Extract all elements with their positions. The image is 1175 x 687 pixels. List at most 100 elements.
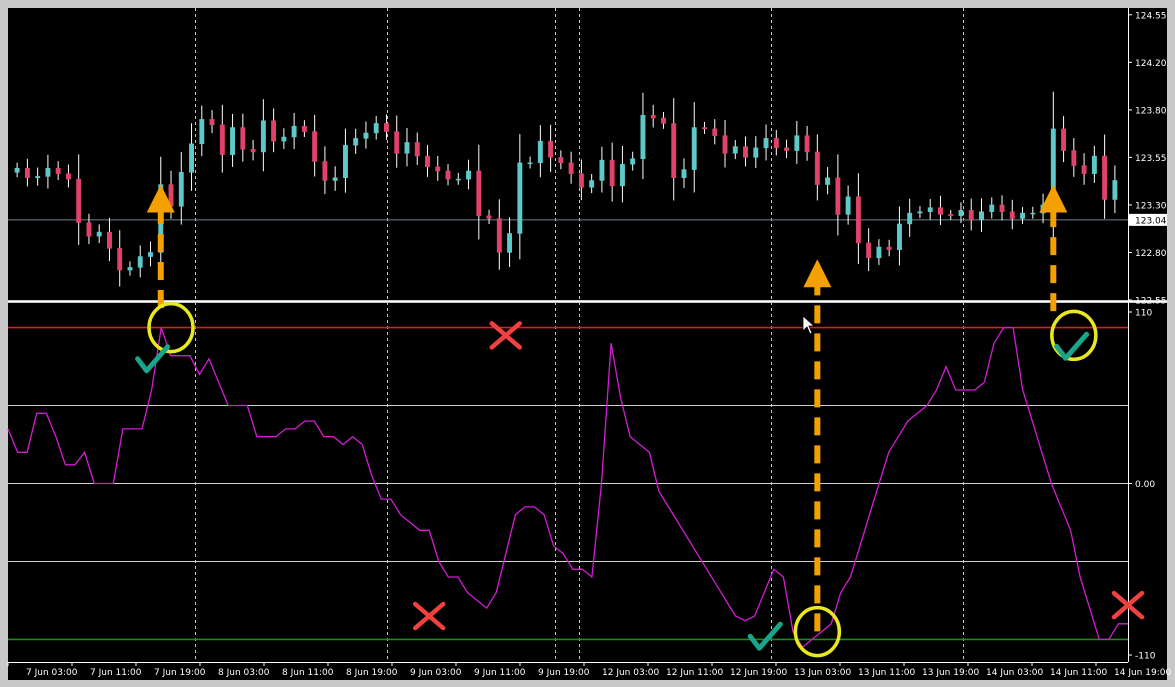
candle-body (148, 252, 153, 257)
chart-window: 124.55 124.20 123.80 123.55 123.30 123.04 122.… (0, 0, 1175, 687)
candle-body (814, 151, 820, 185)
candle-body (599, 159, 605, 181)
candle-body (866, 242, 872, 259)
time-tick-label: 8 Jun 19:00 (346, 668, 398, 678)
cci-panel (8, 303, 1167, 662)
candle-body (1009, 211, 1015, 219)
time-tick-label: 8 Jun 03:00 (218, 668, 270, 678)
candle-body (35, 176, 41, 179)
candle-body (1102, 155, 1108, 200)
candle-body (1030, 212, 1036, 215)
time-tick-label: 9 Jun 03:00 (410, 668, 462, 678)
time-tick-label: 7 Jun 19:00 (154, 668, 206, 678)
candle-body (794, 135, 800, 151)
candle-body (927, 207, 933, 212)
time-tick-label: 7 Jun 03:00 (26, 668, 78, 678)
candle-body (507, 233, 513, 253)
candle-body (14, 168, 20, 173)
time-tick-label: 12 Jun 03:00 (602, 668, 659, 678)
candle-body (702, 127, 707, 130)
candle-body (384, 123, 389, 132)
candle-body (425, 155, 430, 168)
candle-body (568, 162, 574, 174)
candle-body (486, 215, 492, 219)
candle-body (1112, 180, 1118, 200)
candle-body (804, 135, 810, 153)
time-tick-label: 14 Jun 03:00 (986, 668, 1043, 678)
candle-body (137, 256, 143, 268)
candle-body (496, 218, 502, 253)
candle-body (876, 246, 882, 259)
time-tick-label: 13 Jun 03:00 (794, 668, 851, 678)
candle-body (1061, 128, 1067, 151)
candle-body (743, 146, 748, 158)
time-tick-label: 8 Jun 11:00 (282, 668, 334, 678)
candle-body (537, 140, 543, 164)
candle-body (45, 168, 51, 177)
candle-body (414, 142, 420, 157)
price-panel (8, 8, 1167, 300)
candle-body (332, 177, 338, 181)
candle-body (558, 157, 564, 164)
candle-body (127, 267, 133, 271)
time-tick-label: 13 Jun 11:00 (858, 668, 915, 678)
candle-body (948, 214, 954, 217)
trading-chart[interactable]: 124.55 124.20 123.80 123.55 123.30 123.04 122.… (0, 0, 1175, 687)
candle-body (240, 127, 246, 150)
cci-tick-label: 0.00 (1135, 480, 1155, 490)
candle-body (394, 131, 400, 154)
candle-body (773, 138, 779, 149)
candle-body (1081, 165, 1087, 174)
candle-body (178, 172, 184, 207)
candle-body (96, 231, 102, 237)
candle-body (825, 177, 831, 185)
candle-body (1071, 150, 1077, 166)
candle-body (968, 210, 974, 221)
price-tick-label: 124.20 (1135, 59, 1167, 69)
candle-body (373, 123, 379, 134)
candle-body (845, 196, 851, 215)
candle-body (24, 168, 30, 179)
candle-body (219, 124, 225, 155)
candle-body (855, 196, 861, 244)
candle-body (250, 148, 256, 153)
time-tick-label: 7 Jun 11:00 (90, 668, 142, 678)
candle-body (527, 162, 533, 165)
candle-body (189, 143, 194, 173)
candle-body (958, 210, 964, 217)
price-tick-label: 124.55 (1135, 11, 1167, 21)
candle-body (117, 248, 123, 271)
price-tick-label: 123.55 (1135, 154, 1167, 164)
time-tick-label: 9 Jun 11:00 (474, 668, 526, 678)
price-tick-label: 122.55 (1135, 297, 1167, 307)
candle-body (650, 115, 656, 119)
candle-body (661, 117, 666, 124)
candle-body (753, 147, 759, 158)
candle-body (1091, 155, 1097, 174)
candle-body (301, 125, 307, 132)
candle-body (671, 123, 677, 179)
candle-body (1020, 212, 1025, 219)
candle-body (917, 211, 923, 214)
time-tick-label: 14 Jun 19:00 (1114, 668, 1171, 678)
candle-body (763, 138, 769, 149)
candle-body (835, 177, 841, 215)
candle-body (517, 162, 523, 234)
candle-body (312, 131, 318, 162)
candle-body (476, 170, 482, 217)
candle-body (691, 127, 697, 170)
price-tick-label: 122.80 (1135, 249, 1167, 259)
candle-body (86, 222, 92, 237)
candle-body (76, 178, 82, 223)
candle-body (342, 144, 348, 179)
candle-body (455, 178, 461, 181)
time-tick-label: 12 Jun 19:00 (730, 668, 787, 678)
time-tick-label: 14 Jun 11:00 (1050, 668, 1107, 678)
candle-body (640, 115, 646, 160)
candle-body (589, 180, 595, 188)
candle-body (435, 166, 441, 172)
candle-body (712, 128, 718, 136)
candle-body (732, 146, 738, 154)
candle-body (65, 173, 71, 180)
candle-body (722, 135, 728, 154)
